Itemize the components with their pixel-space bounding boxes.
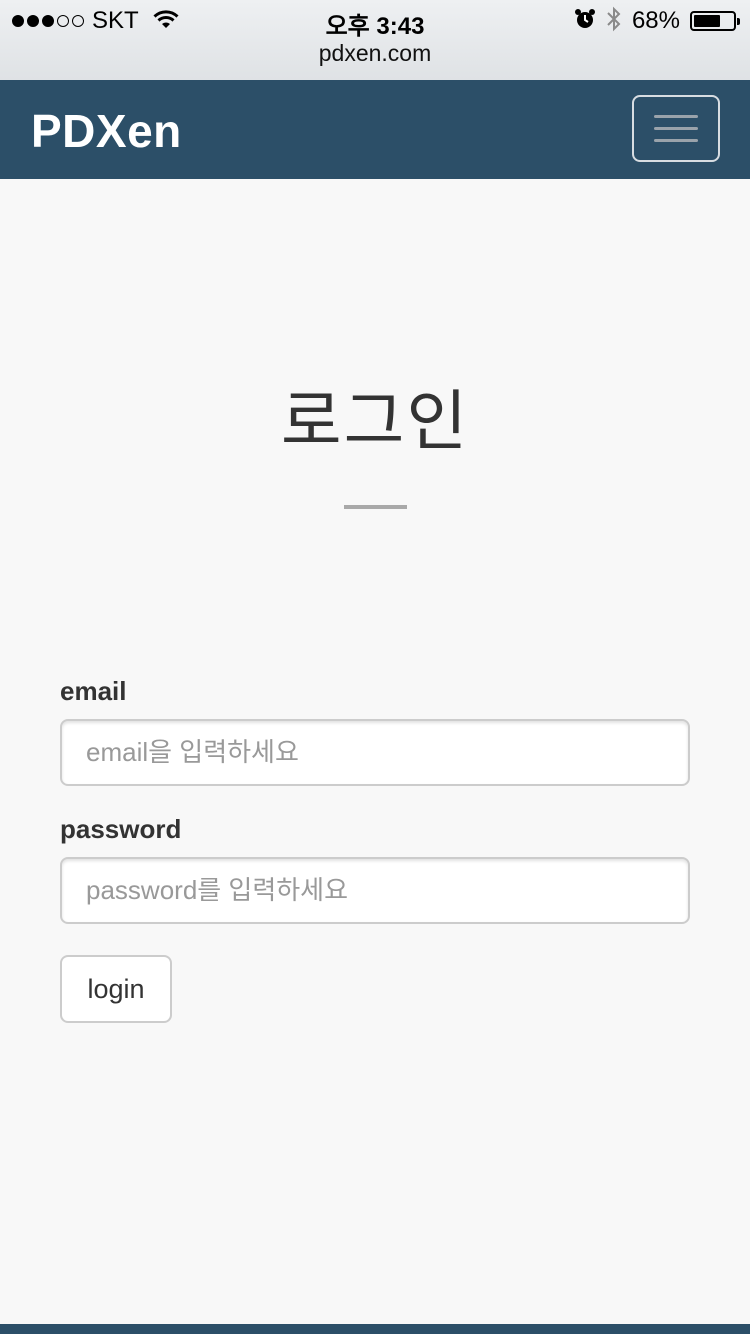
alarm-icon bbox=[574, 8, 596, 35]
battery-level bbox=[694, 15, 720, 27]
password-label: password bbox=[60, 814, 182, 844]
status-right: 68% bbox=[574, 6, 740, 37]
status-bar: SKT 오후 3:43 68% pdxen.com bbox=[0, 0, 750, 80]
title-divider bbox=[344, 505, 407, 509]
login-button[interactable]: login bbox=[60, 955, 172, 1023]
bluetooth-icon bbox=[606, 6, 622, 37]
email-field[interactable] bbox=[60, 719, 690, 786]
password-field[interactable] bbox=[60, 857, 690, 924]
brand-logo[interactable]: PDXen bbox=[31, 104, 182, 158]
navbar: PDXen bbox=[0, 80, 750, 179]
email-label: email bbox=[60, 676, 127, 706]
address-bar-url[interactable]: pdxen.com bbox=[0, 40, 750, 67]
battery-icon bbox=[690, 11, 740, 31]
footer-bar bbox=[0, 1324, 750, 1334]
hamburger-menu-icon[interactable] bbox=[632, 95, 720, 162]
page-title: 로그인 bbox=[280, 384, 470, 458]
battery-percent: 68% bbox=[631, 7, 680, 34]
